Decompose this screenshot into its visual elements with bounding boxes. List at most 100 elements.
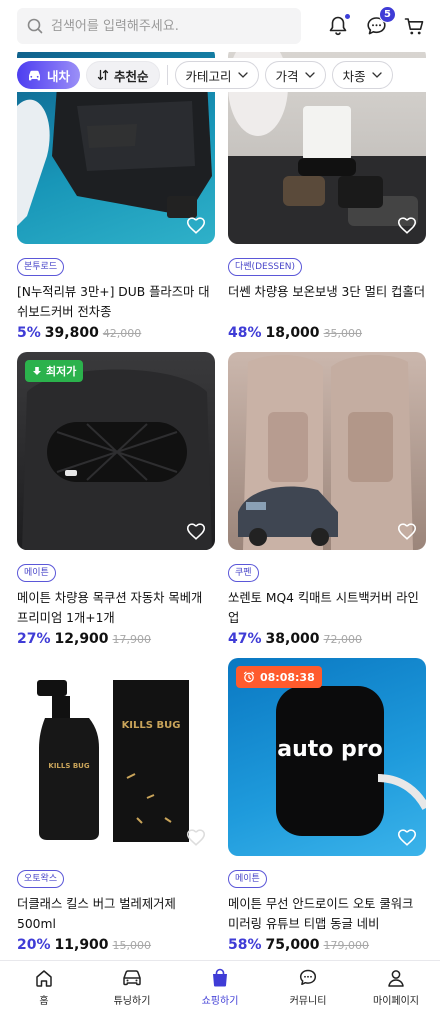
discount-rate: 58% xyxy=(228,937,262,953)
timer-tag: 08:08:38 xyxy=(236,666,322,688)
product-title: 더쎈 차량용 보온보냉 3단 멀티 컵홀더 xyxy=(228,285,426,299)
shopping-bag-icon xyxy=(213,968,227,987)
lowest-price-label: 최저가 xyxy=(46,365,77,378)
sale-price: 12,900 xyxy=(54,631,109,647)
my-car-chip[interactable]: 내차 xyxy=(17,61,81,89)
brand-badge: 다쎈(DESSEN) xyxy=(228,258,303,276)
my-car-label: 내차 xyxy=(47,68,71,84)
product-card[interactable]: 최저가 메이튼 메이튼 차량용 목쿠션 자동차 목베개 프리미엄 1개+1개 2… xyxy=(17,352,215,647)
nav-mypage[interactable]: 마이페이지 xyxy=(352,961,440,1014)
price-row: 20% 11,900 15,000 xyxy=(17,937,215,953)
sale-price: 11,900 xyxy=(54,937,109,953)
nav-tuning-label: 튜닝하기 xyxy=(113,996,151,1007)
product-image-bug-remover[interactable]: KILLS BUG KILLS BUG xyxy=(17,658,215,856)
nav-shopping[interactable]: 쇼핑하기 xyxy=(176,961,264,1014)
price-row: 5% 39,800 42,000 xyxy=(17,325,215,341)
sale-price: 75,000 xyxy=(265,937,320,953)
cart-button[interactable] xyxy=(400,12,428,40)
product-title: 메이튼 무선 안드로이드 오토 쿨워크 미러링 유튜브 티맵 동글 네비 xyxy=(228,897,414,931)
price-row: 27% 12,900 17,900 xyxy=(17,631,215,647)
sort-chip[interactable]: 추천순 xyxy=(86,61,160,89)
top-header: 5 xyxy=(0,0,440,52)
sort-icon xyxy=(97,69,109,81)
heart-icon[interactable] xyxy=(185,826,207,848)
heart-icon[interactable] xyxy=(185,214,207,236)
heart-icon[interactable] xyxy=(185,520,207,542)
search-bar[interactable] xyxy=(17,8,301,44)
product-image-auto-dongle[interactable]: auto pro 08:08:38 xyxy=(228,658,426,856)
original-price: 17,900 xyxy=(112,633,152,646)
category-label: 카테고리 xyxy=(185,68,232,84)
car-icon xyxy=(29,70,40,80)
bottom-navigation: 홈 튜닝하기 쇼핑하기 커뮤니티 마이페이지 xyxy=(0,960,440,1014)
chevron-down-icon xyxy=(304,72,315,78)
vehicle-type-dropdown[interactable]: 차종 xyxy=(331,61,393,89)
product-card[interactable]: auto pro 08:08:38 메이튼 메이튼 무선 안드로이드 오토 쿨워… xyxy=(228,658,426,953)
product-title: 더클래스 킬스 버그 벌레제거제 500ml xyxy=(17,897,176,931)
price-label: 가격 xyxy=(275,68,299,84)
chat-icon xyxy=(299,969,317,986)
notification-button[interactable] xyxy=(324,12,352,40)
discount-rate: 47% xyxy=(228,631,262,647)
sort-label: 추천순 xyxy=(114,68,149,84)
device-logo: auto pro xyxy=(277,737,383,762)
alarm-clock-icon xyxy=(243,671,255,683)
search-input[interactable] xyxy=(51,18,281,34)
price-row: 48% 18,000 35,000 xyxy=(228,325,426,341)
original-price: 42,000 xyxy=(102,327,142,340)
original-price: 35,000 xyxy=(323,327,363,340)
filter-divider xyxy=(166,65,168,85)
shopping-screen: 5 내차 추천순 카테고리 가격 차종 xyxy=(0,0,440,1014)
bottle-label: KILLS BUG xyxy=(48,762,89,770)
notification-dot xyxy=(345,14,350,19)
product-card[interactable]: 쿠펜 쏘렌토 MQ4 킥매트 시트백커버 라인업 47% 38,000 72,0… xyxy=(228,352,426,647)
nav-community-label: 커뮤니티 xyxy=(289,996,327,1007)
discount-rate: 5% xyxy=(17,325,41,341)
brand-badge: 오토왁스 xyxy=(17,870,65,888)
search-icon xyxy=(27,18,43,34)
user-icon xyxy=(388,970,404,987)
price-row: 47% 38,000 72,000 xyxy=(228,631,426,647)
lowest-price-tag: 최저가 xyxy=(25,360,84,382)
discount-rate: 48% xyxy=(228,325,262,341)
heart-icon[interactable] xyxy=(396,826,418,848)
original-price: 15,000 xyxy=(112,939,152,952)
product-image-seatback-cover[interactable] xyxy=(228,352,426,550)
heart-icon[interactable] xyxy=(396,520,418,542)
category-dropdown[interactable]: 카테고리 xyxy=(174,61,259,89)
nav-shopping-label: 쇼핑하기 xyxy=(201,996,239,1007)
down-arrow-icon xyxy=(33,367,41,375)
price-row: 58% 75,000 179,000 xyxy=(228,937,426,953)
sale-price: 39,800 xyxy=(44,325,99,341)
nav-home[interactable]: 홈 xyxy=(0,961,88,1014)
product-title: [N누적리뷰 3만+] DUB 플라즈마 대쉬보드커버 전차종 xyxy=(17,285,210,319)
discount-rate: 20% xyxy=(17,937,51,953)
original-price: 72,000 xyxy=(323,633,363,646)
product-title: 메이튼 차량용 목쿠션 자동차 목베개 프리미엄 1개+1개 xyxy=(17,591,203,625)
brand-badge: 본투로드 xyxy=(17,258,65,276)
nav-mypage-label: 마이페이지 xyxy=(373,996,419,1007)
nav-community[interactable]: 커뮤니티 xyxy=(264,961,352,1014)
chat-count-badge: 5 xyxy=(379,6,396,23)
sale-price: 38,000 xyxy=(265,631,320,647)
product-title: 쏘렌토 MQ4 킥매트 시트백커버 라인업 xyxy=(228,591,419,625)
timer-label: 08:08:38 xyxy=(260,670,315,684)
filter-bar: 내차 추천순 카테고리 가격 차종 xyxy=(0,58,440,92)
brand-badge: 메이튼 xyxy=(17,564,56,582)
product-image-neck-cushion[interactable]: 최저가 xyxy=(17,352,215,550)
chevron-down-icon xyxy=(237,72,248,78)
discount-rate: 27% xyxy=(17,631,51,647)
brand-badge: 쿠펜 xyxy=(228,564,259,582)
nav-tuning[interactable]: 튜닝하기 xyxy=(88,961,176,1014)
cart-icon xyxy=(404,17,423,34)
brand-badge: 메이튼 xyxy=(228,870,267,888)
vehicle-type-label: 차종 xyxy=(342,68,366,84)
nav-home-label: 홈 xyxy=(39,996,49,1007)
product-card[interactable]: KILLS BUG KILLS BUG 오토왁스 더클래스 킬스 버그 벌레제거… xyxy=(17,658,215,953)
car-icon xyxy=(123,970,141,986)
heart-icon[interactable] xyxy=(396,214,418,236)
price-dropdown[interactable]: 가격 xyxy=(264,61,326,89)
sale-price: 18,000 xyxy=(265,325,320,341)
chevron-down-icon xyxy=(371,72,382,78)
chat-button[interactable]: 5 xyxy=(362,6,396,40)
